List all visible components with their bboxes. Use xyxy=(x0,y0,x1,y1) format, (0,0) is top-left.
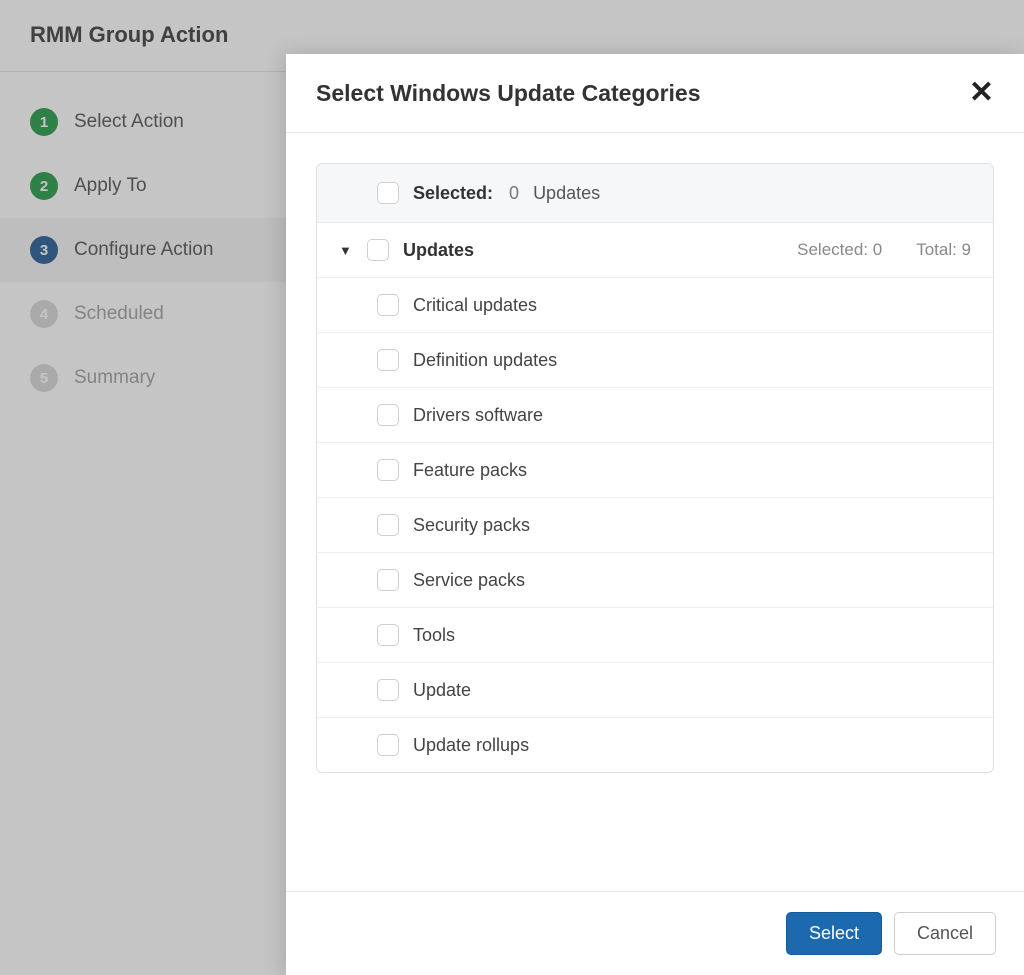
category-checkbox[interactable] xyxy=(377,294,399,316)
category-item[interactable]: Update rollups xyxy=(317,717,993,772)
select-all-checkbox[interactable] xyxy=(377,182,399,204)
category-label: Tools xyxy=(413,625,455,646)
category-item[interactable]: Update xyxy=(317,662,993,717)
category-item[interactable]: Feature packs xyxy=(317,442,993,497)
category-list: Critical updates Definition updates Driv… xyxy=(317,277,993,772)
modal-title: Select Windows Update Categories xyxy=(316,80,701,107)
category-label: Definition updates xyxy=(413,350,557,371)
chevron-down-icon[interactable]: ▼ xyxy=(339,243,353,258)
close-icon[interactable]: ✕ xyxy=(969,78,994,108)
category-item[interactable]: Drivers software xyxy=(317,387,993,442)
selected-unit: Updates xyxy=(533,183,600,204)
modal-footer: Select Cancel xyxy=(286,891,1024,975)
category-item[interactable]: Definition updates xyxy=(317,332,993,387)
selection-summary: Selected: 0 Updates xyxy=(317,164,993,222)
category-label: Drivers software xyxy=(413,405,543,426)
category-checkbox[interactable] xyxy=(377,404,399,426)
select-button[interactable]: Select xyxy=(786,912,882,955)
category-checkbox[interactable] xyxy=(377,459,399,481)
category-item[interactable]: Critical updates xyxy=(317,277,993,332)
category-group-row[interactable]: ▼ Updates Selected: 0 Total: 9 xyxy=(317,222,993,277)
cancel-button[interactable]: Cancel xyxy=(894,912,996,955)
category-label: Feature packs xyxy=(413,460,527,481)
category-item[interactable]: Security packs xyxy=(317,497,993,552)
category-checkbox[interactable] xyxy=(377,569,399,591)
modal-header: Select Windows Update Categories ✕ xyxy=(286,54,1024,133)
category-item[interactable]: Tools xyxy=(317,607,993,662)
category-checkbox[interactable] xyxy=(377,514,399,536)
category-label: Service packs xyxy=(413,570,525,591)
category-label: Update xyxy=(413,680,471,701)
categories-panel: Selected: 0 Updates ▼ Updates Selected: … xyxy=(316,163,994,773)
group-total-count: Total: 9 xyxy=(916,240,971,260)
category-label: Critical updates xyxy=(413,295,537,316)
category-checkbox[interactable] xyxy=(377,734,399,756)
group-name: Updates xyxy=(403,240,763,261)
group-checkbox[interactable] xyxy=(367,239,389,261)
selected-count: 0 xyxy=(509,183,519,204)
category-checkbox[interactable] xyxy=(377,624,399,646)
select-categories-modal: Select Windows Update Categories ✕ Selec… xyxy=(286,54,1024,975)
group-selected-count: Selected: 0 xyxy=(797,240,882,260)
category-checkbox[interactable] xyxy=(377,679,399,701)
modal-body: Selected: 0 Updates ▼ Updates Selected: … xyxy=(286,133,1024,891)
selected-label: Selected: xyxy=(413,183,493,204)
category-label: Update rollups xyxy=(413,735,529,756)
category-checkbox[interactable] xyxy=(377,349,399,371)
category-item[interactable]: Service packs xyxy=(317,552,993,607)
category-label: Security packs xyxy=(413,515,530,536)
